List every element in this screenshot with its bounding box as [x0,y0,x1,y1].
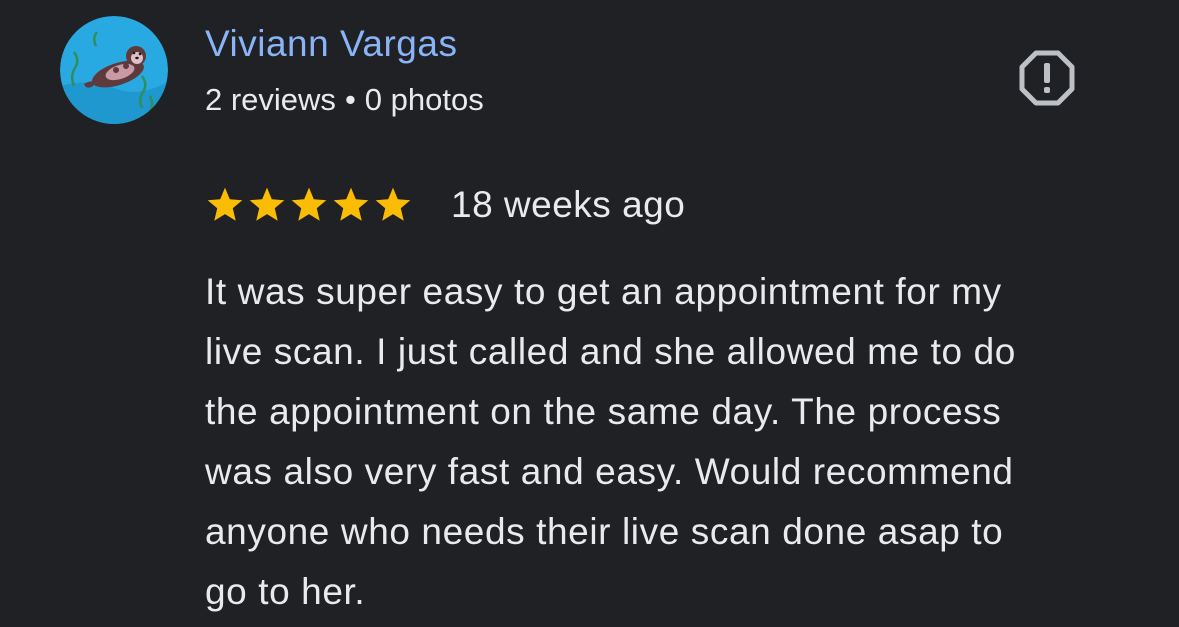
review-text-line: It was super easy to get an appointment … [205,271,1002,312]
reviews-count: 2 reviews [205,82,336,117]
star-icon [373,186,413,224]
review-text-line: was also very fast and easy. Would recom… [205,451,1014,492]
review-text-line: the appointment on the same day. The pro… [205,391,1002,432]
photos-count: 0 photos [364,82,484,117]
rating-row: 18 weeks ago [205,180,685,230]
star-rating [205,186,413,224]
author-meta: 2 reviews • 0 photos [205,78,484,122]
review-text-line: live scan. I just called and she allowed… [205,331,1016,372]
avatar[interactable] [60,16,168,124]
report-flag-octagon-icon [1019,50,1075,106]
review-text-line: anyone who needs their live scan done as… [205,511,1004,552]
sea-otter-avatar-icon [60,16,168,124]
star-icon [331,186,371,224]
star-icon [247,186,287,224]
review-date: 18 weeks ago [451,184,686,225]
report-review-button[interactable] [1012,49,1082,107]
meta-separator: • [344,82,356,117]
star-icon [289,186,329,224]
review-text: It was super easy to get an appointment … [205,262,1165,622]
review-text-line: go to her. [205,571,366,612]
star-icon [205,186,245,224]
author-name[interactable]: Viviann Vargas [205,20,457,68]
review-card: Viviann Vargas 2 reviews • 0 photos 18 w… [0,0,1179,627]
